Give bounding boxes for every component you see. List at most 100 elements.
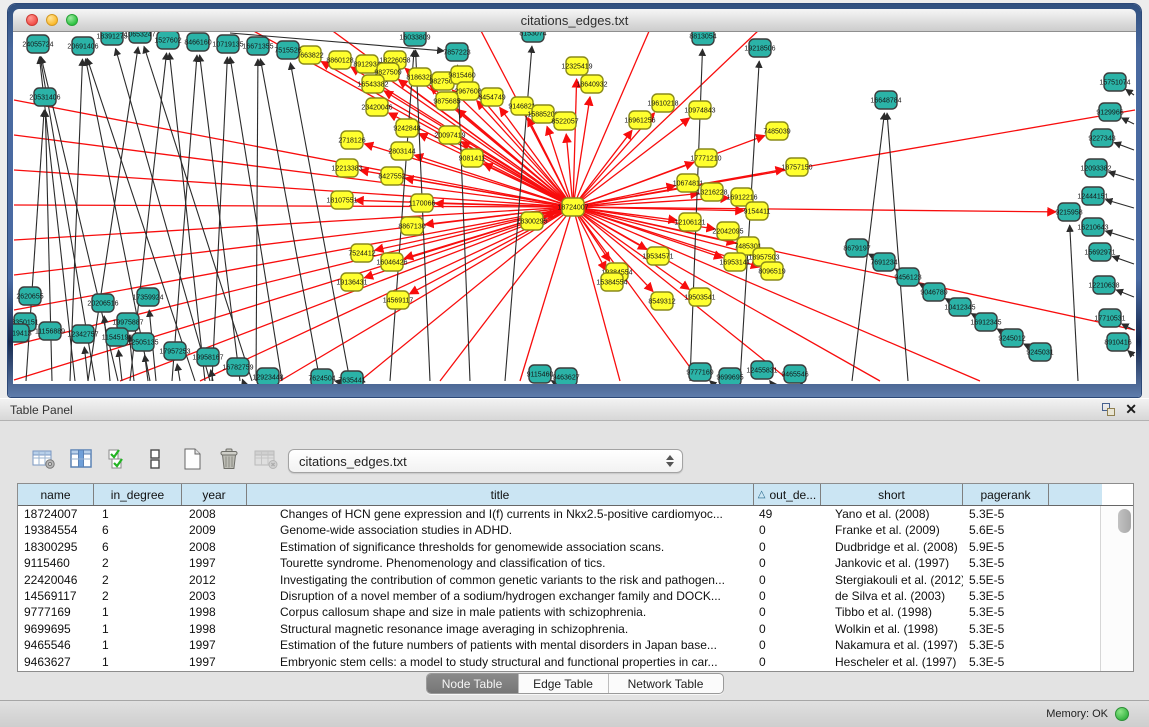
table-cell[interactable]: 2009 bbox=[182, 522, 247, 538]
rows-icon[interactable] bbox=[141, 445, 169, 473]
table-row[interactable]: 1830029562008Estimation of significance … bbox=[18, 539, 1133, 555]
table-cell[interactable]: Estimation of significance thresholds fo… bbox=[247, 539, 754, 555]
table-cell[interactable]: 1998 bbox=[182, 621, 247, 637]
table-cell[interactable]: Dudbridge et al. (2008) bbox=[821, 539, 963, 555]
table-row[interactable]: 946362711997Embryonic stem cells: a mode… bbox=[18, 654, 1133, 670]
table-cell[interactable]: 6 bbox=[94, 539, 182, 555]
tab-network-table[interactable]: Network Table bbox=[609, 674, 723, 693]
table-row[interactable]: 977716911998Corpus callosum shape and si… bbox=[18, 604, 1133, 620]
table-cell[interactable]: 5.3E-5 bbox=[963, 604, 1049, 620]
table-cell[interactable]: 1998 bbox=[182, 604, 247, 620]
table-cell[interactable]: Wolkin et al. (1998) bbox=[821, 621, 963, 637]
close-panel-icon[interactable]: ✕ bbox=[1125, 403, 1137, 416]
new-file-icon[interactable] bbox=[178, 445, 206, 473]
table-cell[interactable]: 1 bbox=[94, 637, 182, 653]
table-cell[interactable]: 0 bbox=[754, 588, 821, 604]
column-header-title[interactable]: title bbox=[247, 484, 754, 505]
network-window-frame[interactable]: citations_edges.txt 18724007766382288601… bbox=[8, 4, 1141, 397]
table-cell[interactable]: 0 bbox=[754, 522, 821, 538]
table-cell[interactable]: 49 bbox=[754, 506, 821, 522]
table-cell[interactable]: 5.5E-5 bbox=[963, 572, 1049, 588]
node-table[interactable]: namein_degreeyeartitle△out_de...shortpag… bbox=[17, 483, 1134, 672]
table-row[interactable]: 969969511998Structural magnetic resonanc… bbox=[18, 621, 1133, 637]
column-header-pagerank[interactable]: pagerank bbox=[963, 484, 1049, 505]
table-cell[interactable]: Investigating the contribution of common… bbox=[247, 572, 754, 588]
table-cell[interactable]: Hescheler et al. (1997) bbox=[821, 654, 963, 670]
network-window-titlebar[interactable]: citations_edges.txt bbox=[13, 9, 1136, 32]
table-cell[interactable]: 1997 bbox=[182, 637, 247, 653]
table-row[interactable]: 1456911722003Disruption of a novel membe… bbox=[18, 588, 1133, 604]
table-cell[interactable]: 22420046 bbox=[18, 572, 94, 588]
table-cell[interactable]: Changes of HCN gene expression and I(f) … bbox=[247, 506, 754, 522]
table-cell[interactable]: 1 bbox=[94, 621, 182, 637]
table-cell[interactable]: Estimation of the future numbers of pati… bbox=[247, 637, 754, 653]
table-cell[interactable]: 0 bbox=[754, 637, 821, 653]
table-cell[interactable]: 2012 bbox=[182, 572, 247, 588]
table-cell[interactable]: Disruption of a novel member of a sodium… bbox=[247, 588, 754, 604]
float-panel-icon[interactable] bbox=[1102, 403, 1115, 416]
tab-node-table[interactable]: Node Table bbox=[427, 674, 519, 693]
trash-icon[interactable] bbox=[215, 445, 243, 473]
table-cell[interactable]: 5.6E-5 bbox=[963, 522, 1049, 538]
table-selector-dropdown[interactable]: citations_edges.txt bbox=[288, 449, 683, 473]
graph-nodes[interactable]: 1872400776638228860128891293418226058982… bbox=[13, 32, 1132, 384]
table-row[interactable]: 946554611997Estimation of the future num… bbox=[18, 637, 1133, 653]
row-selection-icon[interactable] bbox=[104, 445, 132, 473]
table-cell[interactable]: 0 bbox=[754, 604, 821, 620]
table-cell[interactable]: 0 bbox=[754, 555, 821, 571]
table-cell[interactable]: 0 bbox=[754, 539, 821, 555]
scrollbar-thumb[interactable] bbox=[1118, 509, 1131, 533]
table-cell[interactable]: 5.3E-5 bbox=[963, 588, 1049, 604]
minimize-window-icon[interactable] bbox=[46, 14, 58, 26]
column-header-out_de[interactable]: △out_de... bbox=[754, 484, 821, 505]
table-cell[interactable]: 9463627 bbox=[18, 654, 94, 670]
table-cell[interactable]: 2008 bbox=[182, 539, 247, 555]
table-cell[interactable]: 1997 bbox=[182, 555, 247, 571]
table-cell[interactable]: Embryonic stem cells: a model to study s… bbox=[247, 654, 754, 670]
table-cell[interactable]: Franke et al. (2009) bbox=[821, 522, 963, 538]
table-panel-header[interactable]: Table Panel ✕ bbox=[0, 398, 1149, 421]
table-header-row[interactable]: namein_degreeyeartitle△out_de...shortpag… bbox=[18, 484, 1133, 506]
close-window-icon[interactable] bbox=[26, 14, 38, 26]
table-cell[interactable]: 18724007 bbox=[18, 506, 94, 522]
table-cell[interactable]: 1 bbox=[94, 506, 182, 522]
table-cell[interactable]: 0 bbox=[754, 621, 821, 637]
table-cell[interactable]: 2003 bbox=[182, 588, 247, 604]
column-header-name[interactable]: name bbox=[18, 484, 94, 505]
table-cell[interactable]: 5.3E-5 bbox=[963, 621, 1049, 637]
table-cell[interactable]: 1 bbox=[94, 654, 182, 670]
table-cell[interactable]: 6 bbox=[94, 522, 182, 538]
tab-edge-table[interactable]: Edge Table bbox=[519, 674, 609, 693]
table-row[interactable]: 2242004622012Investigating the contribut… bbox=[18, 572, 1133, 588]
table-body[interactable]: 1872400712008Changes of HCN gene express… bbox=[18, 506, 1133, 670]
table-cell[interactable]: 5.3E-5 bbox=[963, 637, 1049, 653]
table-cell[interactable]: 2 bbox=[94, 572, 182, 588]
table-cell[interactable]: 0 bbox=[754, 572, 821, 588]
table-cell[interactable]: 2008 bbox=[182, 506, 247, 522]
table-cell[interactable]: Tourette syndrome. Phenomenology and cla… bbox=[247, 555, 754, 571]
table-cell[interactable]: 9115460 bbox=[18, 555, 94, 571]
table-cell[interactable]: 2 bbox=[94, 588, 182, 604]
table-cell[interactable]: Jankovic et al. (1997) bbox=[821, 555, 963, 571]
table-cell[interactable]: 14569117 bbox=[18, 588, 94, 604]
table-vertical-scrollbar[interactable] bbox=[1100, 506, 1133, 671]
table-cell[interactable]: 2 bbox=[94, 555, 182, 571]
citation-network-graph[interactable]: 1872400776638228860128891293418226058982… bbox=[13, 32, 1136, 384]
table-cell[interactable]: Stergiakouli et al. (2012) bbox=[821, 572, 963, 588]
table-cell[interactable]: 5.3E-5 bbox=[963, 555, 1049, 571]
column-header-short[interactable]: short bbox=[821, 484, 963, 505]
table-cell[interactable]: 9777169 bbox=[18, 604, 94, 620]
column-visibility-icon[interactable] bbox=[67, 445, 95, 473]
table-settings-icon[interactable] bbox=[30, 445, 58, 473]
memory-ok-indicator-icon[interactable] bbox=[1115, 707, 1129, 721]
table-cell[interactable]: Genome-wide association studies in ADHD. bbox=[247, 522, 754, 538]
table-cell[interactable]: de Silva et al. (2003) bbox=[821, 588, 963, 604]
table-cell[interactable]: 5.3E-5 bbox=[963, 654, 1049, 670]
table-cell[interactable]: Corpus callosum shape and size in male p… bbox=[247, 604, 754, 620]
table-row[interactable]: 911546021997Tourette syndrome. Phenomeno… bbox=[18, 555, 1133, 571]
column-header-in_degree[interactable]: in_degree bbox=[94, 484, 182, 505]
table-cell[interactable]: 18300295 bbox=[18, 539, 94, 555]
table-cell[interactable]: Yano et al. (2008) bbox=[821, 506, 963, 522]
table-cell[interactable]: 1 bbox=[94, 604, 182, 620]
table-cell[interactable]: 9699695 bbox=[18, 621, 94, 637]
